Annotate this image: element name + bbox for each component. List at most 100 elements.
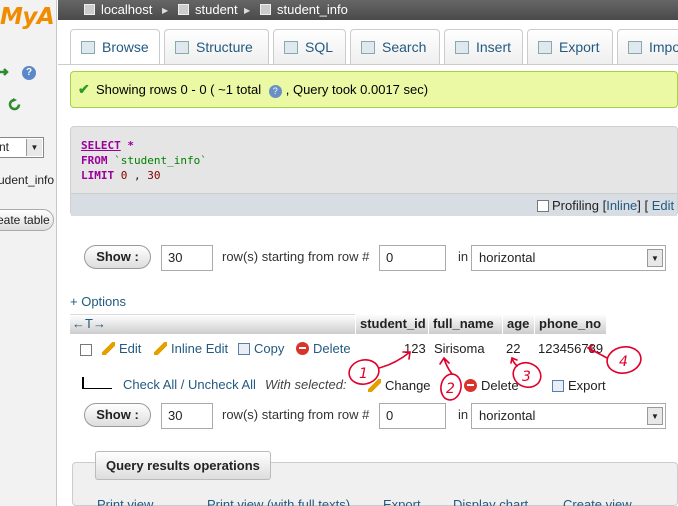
column-arrows-header[interactable]: ←T→	[70, 314, 355, 334]
table-row: Edit Inline Edit Copy Delete	[70, 335, 606, 362]
tab-divider	[58, 64, 678, 65]
column-header-age[interactable]: age	[502, 314, 534, 334]
copy-icon	[238, 343, 250, 355]
query-time-text: , Query took 0.0017 sec)	[285, 82, 429, 97]
cell-full-name[interactable]: Sirisoma	[434, 341, 485, 356]
tab-insert[interactable]: Insert	[444, 29, 523, 65]
delete-selected-button[interactable]: Delete	[464, 378, 519, 393]
sql-query-code[interactable]: SELECT * FROM `student_info` LIMIT 0 , 3…	[81, 138, 207, 183]
inline-edit-link[interactable]: Inline	[606, 198, 637, 213]
breadcrumb-separator-icon: ▶	[244, 6, 251, 15]
database-icon	[178, 4, 189, 15]
reload-icon[interactable]	[8, 98, 21, 111]
phpmyadmin-logo[interactable]: MyA	[0, 4, 55, 30]
sql-toolbar: Profiling [Inline] [ Edit	[71, 193, 677, 216]
browse-icon	[81, 41, 95, 54]
breadcrumb-table[interactable]: student_info	[260, 2, 348, 17]
create-table-button[interactable]: eate table	[0, 209, 54, 231]
print-view-link[interactable]: Print view	[97, 497, 153, 506]
export-selected-button[interactable]: Export	[552, 378, 606, 393]
breadcrumb-server[interactable]: localhost	[84, 2, 152, 17]
breadcrumb-server-label: localhost	[101, 2, 153, 17]
show-button[interactable]: Show :	[84, 403, 151, 427]
tab-label: Browse	[102, 39, 149, 55]
delete-icon	[464, 379, 477, 392]
rows-starting-label: row(s) starting from row #	[222, 249, 370, 264]
check-all-link[interactable]: Check All / Uncheck All	[123, 377, 256, 392]
help-icon[interactable]: ?	[22, 66, 36, 80]
chevron-down-icon: ▼	[26, 139, 42, 156]
display-mode-select[interactable]: horizontal ▼	[471, 403, 666, 429]
print-view-full-link[interactable]: Print view (with full texts)	[207, 497, 350, 506]
sql-text: *	[120, 139, 134, 152]
breadcrumb: localhost ▶ student ▶ student_info	[58, 0, 678, 20]
navigation-row-top: Show : 30 row(s) starting from row # 0 i…	[84, 245, 678, 271]
exit-icon[interactable]	[0, 67, 11, 78]
row-checkbox[interactable]	[80, 344, 92, 356]
insert-icon	[455, 41, 469, 54]
start-row-input[interactable]: 0	[379, 245, 446, 271]
chevron-down-icon: ▼	[647, 407, 663, 425]
tab-label: Structure	[196, 39, 253, 55]
export-results-link[interactable]: Export	[383, 497, 421, 506]
column-header-full-name[interactable]: full_name	[428, 314, 502, 334]
sql-text: ,	[127, 169, 141, 182]
sql-keyword: SELECT	[81, 139, 121, 152]
profiling-checkbox[interactable]	[537, 200, 549, 212]
server-icon	[84, 4, 95, 15]
create-view-link[interactable]: Create view	[563, 497, 632, 506]
pencil-icon	[154, 342, 167, 355]
navigation-sidebar: MyA ? nt ▼ udent_info eate table	[0, 0, 57, 506]
success-message: ✔ Showing rows 0 - 0 ( ~1 total ?, Query…	[70, 71, 678, 108]
edit-row-link[interactable]: Edit	[102, 341, 141, 356]
display-mode-select[interactable]: horizontal ▼	[471, 245, 666, 271]
pencil-icon	[368, 379, 381, 392]
display-mode-value: horizontal	[479, 408, 536, 423]
database-select[interactable]: nt ▼	[0, 137, 44, 158]
sidebar-item-table[interactable]: udent_info	[0, 173, 54, 187]
rows-info-text: Showing rows 0 - 0 ( ~1 total	[96, 82, 262, 97]
cell-age[interactable]: 22	[506, 341, 520, 356]
arrow-ltr-icon	[82, 377, 112, 389]
tab-label: SQL	[305, 39, 334, 55]
tab-structure[interactable]: Structure	[164, 29, 269, 65]
tab-browse[interactable]: Browse	[70, 29, 160, 65]
in-label: in	[458, 249, 469, 264]
tab-sql[interactable]: SQL	[273, 29, 346, 65]
breadcrumb-separator-icon: ▶	[162, 6, 169, 15]
rows-count-input[interactable]: 30	[161, 403, 213, 429]
rows-count-input[interactable]: 30	[161, 245, 213, 271]
checkmark-icon: ✔	[78, 81, 90, 97]
navigation-row-bottom: Show : 30 row(s) starting from row # 0 i…	[84, 403, 678, 429]
search-icon	[361, 41, 375, 54]
column-header-phone-no[interactable]: phone_no	[534, 314, 606, 334]
profiling-label: Profiling	[552, 198, 599, 213]
sql-keyword: FROM	[81, 154, 108, 167]
delete-row-link[interactable]: Delete	[296, 341, 351, 356]
tab-search[interactable]: Search	[350, 29, 440, 65]
tab-export[interactable]: Export	[527, 29, 613, 65]
tab-label: Impo	[649, 39, 678, 55]
options-toggle-link[interactable]: + Options	[70, 294, 126, 309]
inline-edit-row-link[interactable]: Inline Edit	[154, 341, 228, 356]
edit-query-link[interactable]: Edit	[652, 198, 674, 213]
help-icon[interactable]: ?	[268, 85, 282, 98]
cell-student-id[interactable]: 123	[404, 341, 426, 356]
sql-keyword: LIMIT	[81, 169, 115, 182]
sql-number: 30	[140, 169, 161, 182]
sql-table-name: `student_info`	[107, 154, 207, 167]
breadcrumb-database[interactable]: student	[178, 2, 238, 17]
database-select-value: nt	[0, 140, 10, 154]
tab-import[interactable]: Impo	[617, 29, 678, 65]
copy-row-link[interactable]: Copy	[238, 341, 284, 356]
start-row-input[interactable]: 0	[379, 403, 446, 429]
sql-query-box: SELECT * FROM `student_info` LIMIT 0 , 3…	[70, 126, 678, 216]
show-button[interactable]: Show :	[84, 245, 151, 269]
cell-phone-no[interactable]: 123456789	[538, 341, 603, 356]
change-selected-button[interactable]: Change	[368, 378, 431, 393]
export-icon	[552, 380, 564, 392]
main-content: localhost ▶ student ▶ student_info Brows…	[58, 0, 678, 506]
display-chart-link[interactable]: Display chart	[453, 497, 528, 506]
query-results-operations: Query results operations Print view Prin…	[72, 451, 678, 506]
column-header-student-id[interactable]: student_id	[355, 314, 428, 334]
